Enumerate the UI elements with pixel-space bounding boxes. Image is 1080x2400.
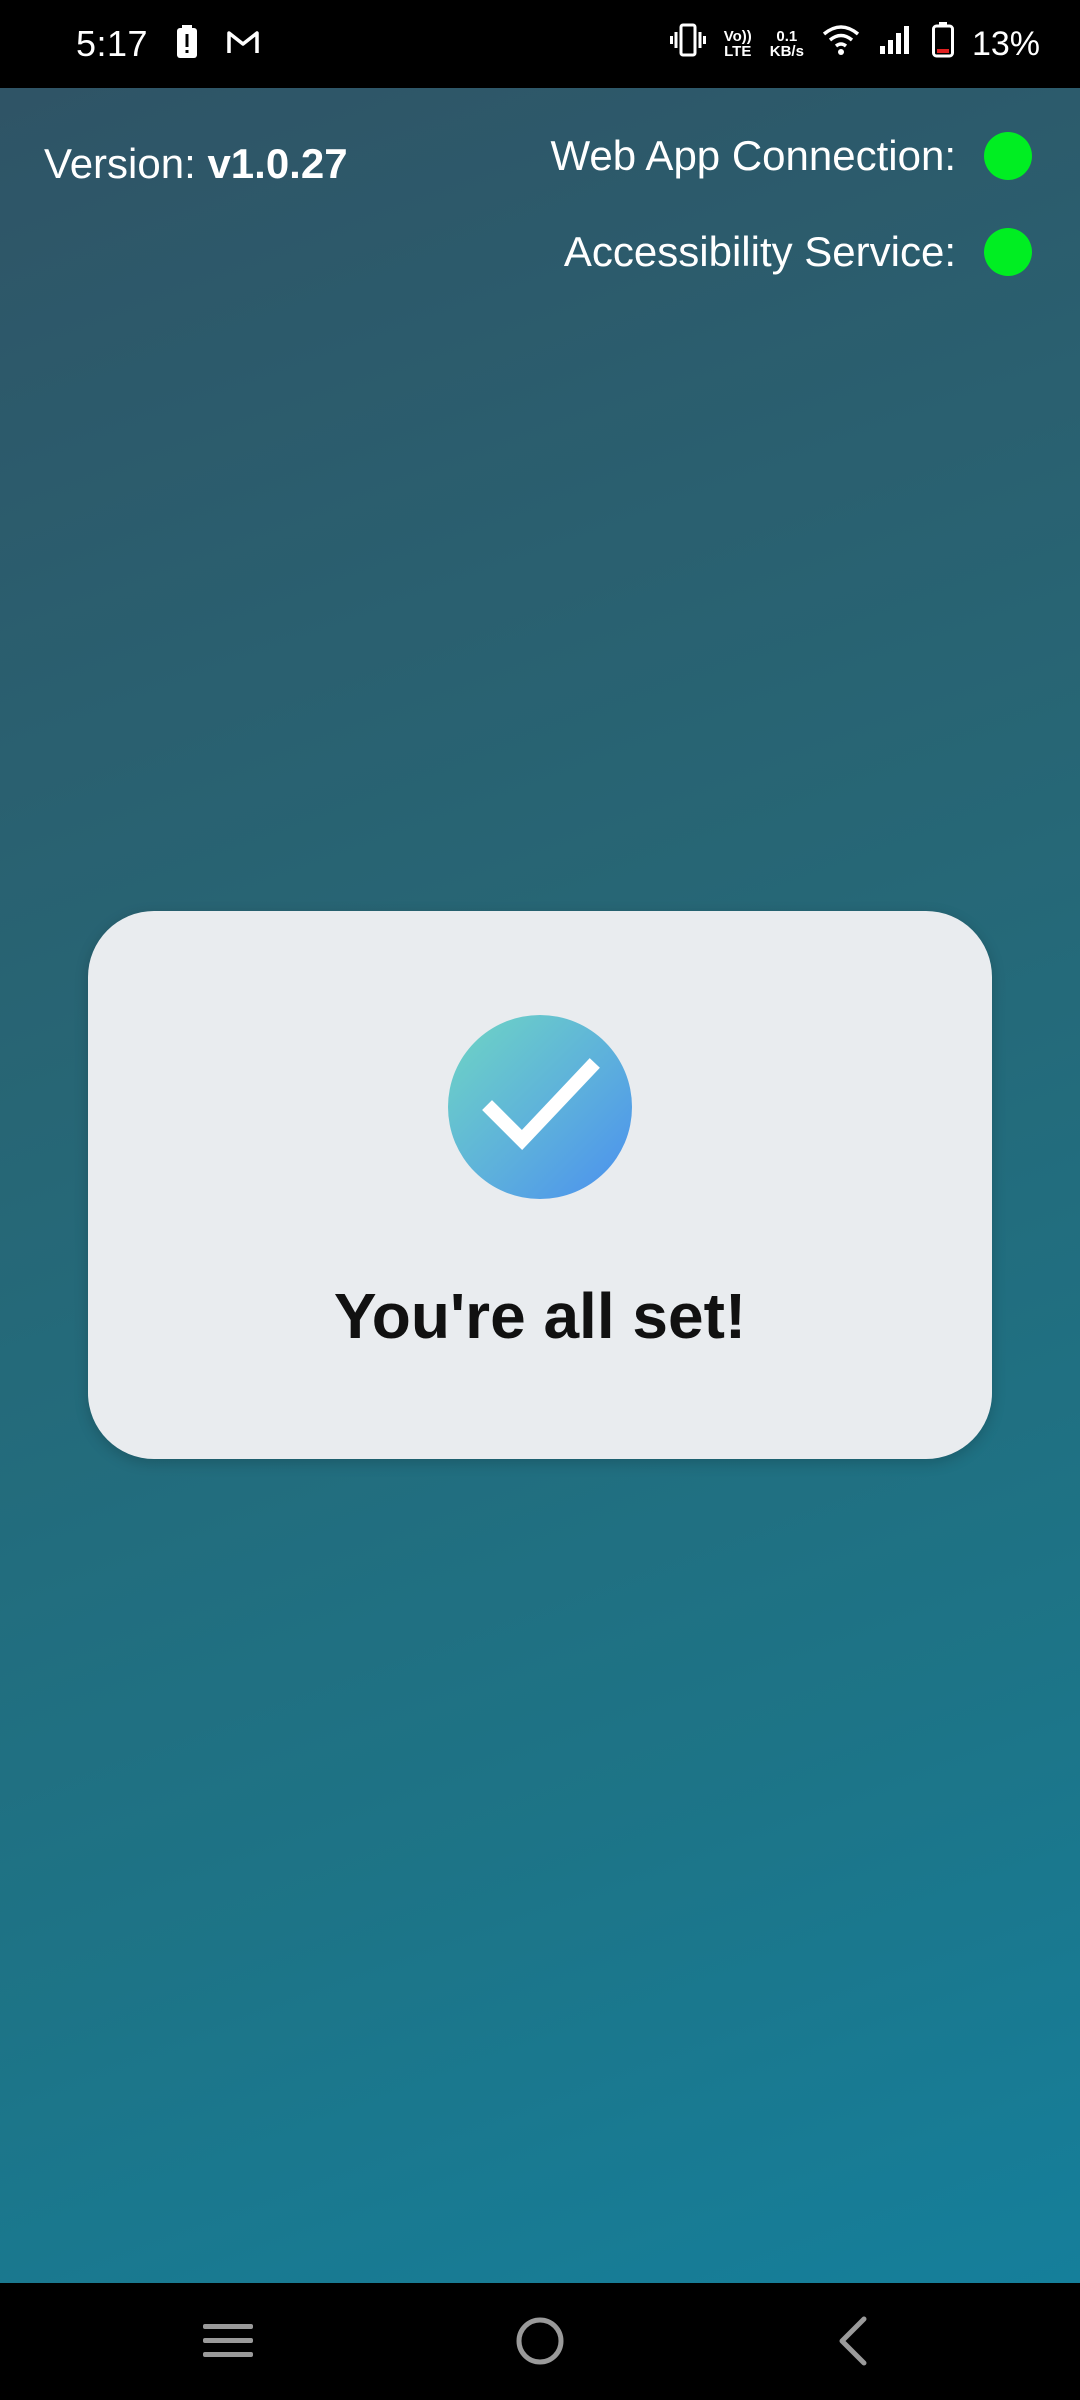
status-bar: 5:17 Vo)) LTE 0.1 KB/s 13% <box>0 0 1080 88</box>
volte-top-label: Vo)) <box>723 28 752 45</box>
battery-percent: 13% <box>971 24 1040 63</box>
web-app-connection-indicator <box>984 132 1032 180</box>
network-speed-unit: KB/s <box>769 43 804 60</box>
version-label: Version: <box>44 140 208 187</box>
back-icon[interactable] <box>820 2309 884 2373</box>
battery-icon <box>931 21 954 67</box>
success-card: You're all set! <box>88 911 992 1459</box>
app-screen: 5:17 Vo)) LTE 0.1 KB/s 13% Version: v1.0… <box>0 0 1080 2400</box>
wifi-icon <box>822 24 860 65</box>
accessibility-service-label: Accessibility Service: <box>563 228 956 275</box>
success-message: You're all set! <box>333 1280 747 1352</box>
menu-icon[interactable] <box>196 2309 260 2373</box>
main-content: Version: v1.0.27 Web App Connection: Acc… <box>0 88 1080 2283</box>
navigation-bar <box>0 2283 1080 2400</box>
home-icon[interactable] <box>508 2309 572 2373</box>
volte-icon: Vo)) LTE <box>724 29 752 59</box>
signal-icon <box>878 24 914 65</box>
network-speed: 0.1 KB/s <box>770 29 804 59</box>
battery-alert-icon <box>176 24 198 64</box>
accessibility-service-status: Accessibility Service: <box>564 228 1032 276</box>
gmail-icon <box>226 29 260 60</box>
vibrate-icon <box>669 23 706 66</box>
status-time: 5:17 <box>76 23 149 64</box>
web-app-connection-label: Web App Connection: <box>550 132 956 179</box>
volte-bottom-label: LTE <box>724 43 752 60</box>
accessibility-service-indicator <box>984 228 1032 276</box>
version-value: v1.0.27 <box>207 140 348 187</box>
check-circle-icon <box>448 1015 632 1199</box>
web-app-connection-status: Web App Connection: <box>550 132 1032 180</box>
version-text: Version: v1.0.27 <box>44 140 348 188</box>
network-speed-value: 0.1 <box>776 28 798 45</box>
